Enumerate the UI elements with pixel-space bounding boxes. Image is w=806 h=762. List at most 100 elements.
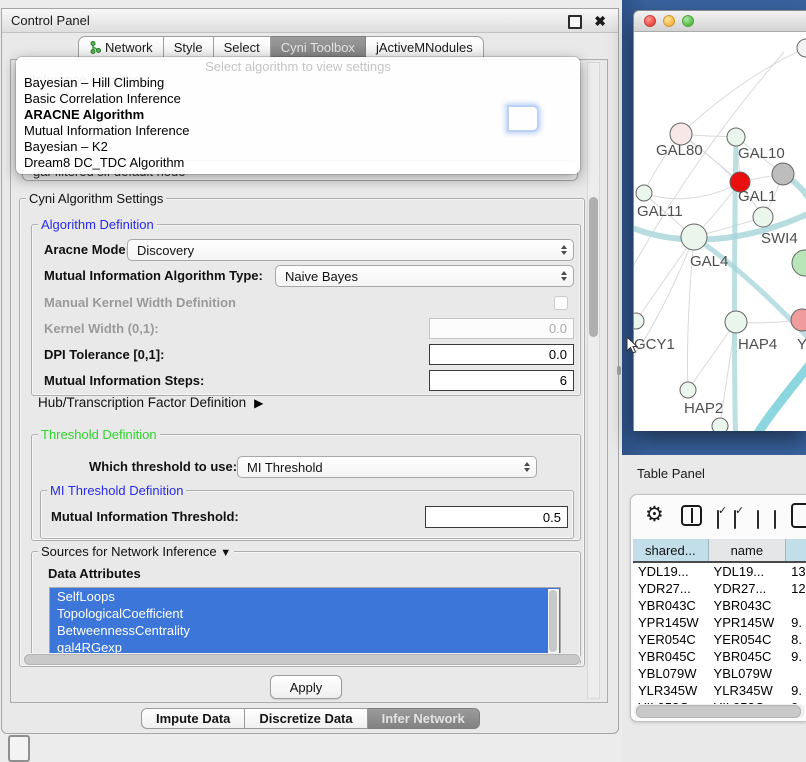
scrollbar-thumb[interactable] bbox=[24, 654, 580, 665]
node[interactable] bbox=[791, 309, 806, 331]
hub-transcription-section-toggle[interactable]: Hub/Transcription Factor Definition▶ bbox=[38, 395, 263, 410]
tab-cyni-toolbox[interactable]: Cyni Toolbox bbox=[271, 36, 366, 58]
attribute-item-selected[interactable]: SelfLoops bbox=[50, 588, 560, 605]
apply-button[interactable]: Apply bbox=[270, 675, 342, 699]
node-hap2[interactable] bbox=[680, 382, 696, 398]
cell: 9. bbox=[786, 648, 806, 665]
network-view-window: GAL80 GAL10 GAL1 SWI4 GAL11 GAL4 GCY1 HA… bbox=[633, 10, 806, 431]
tab-discretize-data[interactable]: Discretize Data bbox=[245, 708, 367, 729]
node-label: GAL1 bbox=[738, 188, 776, 205]
node[interactable] bbox=[712, 418, 728, 431]
tab-jactivemnodules[interactable]: jActiveMNodules bbox=[366, 36, 484, 58]
kernel-width-label: Kernel Width (0,1): bbox=[44, 321, 159, 336]
checked-box-icon[interactable]: ✓ bbox=[717, 510, 719, 529]
dropdown-item[interactable]: Dream8 DC_TDC Algorithm bbox=[16, 155, 580, 171]
dropdown-hint: Select algorithm to view settings bbox=[16, 59, 580, 75]
table-row[interactable]: YER054CYER054C8. bbox=[633, 631, 806, 648]
cell: YDL19... bbox=[633, 563, 709, 580]
data-attributes-list[interactable]: SelfLoops TopologicalCoefficient Between… bbox=[49, 587, 561, 657]
expanded-arrow-icon[interactable]: ▼ bbox=[220, 547, 231, 559]
tab-network[interactable]: Network bbox=[78, 36, 164, 58]
mi-algorithm-type-combobox[interactable]: Naive Bayes bbox=[275, 265, 574, 287]
node-label: Y bbox=[797, 336, 806, 353]
cell: YLR345W bbox=[709, 682, 787, 699]
network-canvas[interactable]: GAL80 GAL10 GAL1 SWI4 GAL11 GAL4 GCY1 HA… bbox=[634, 32, 806, 431]
tab-select[interactable]: Select bbox=[214, 36, 271, 58]
float-window-icon[interactable] bbox=[568, 15, 582, 29]
tab-impute-data[interactable]: Impute Data bbox=[141, 708, 245, 729]
cell bbox=[786, 665, 806, 682]
cell: 8. bbox=[786, 631, 806, 648]
attribute-item-selected[interactable]: TopologicalCoefficient bbox=[50, 605, 560, 622]
aracne-mode-combobox[interactable]: Discovery bbox=[127, 239, 574, 261]
dropdown-item-selected[interactable]: ARACNE Algorithm bbox=[16, 107, 580, 123]
stepper-arrows-icon bbox=[561, 271, 567, 281]
settings-vertical-scrollbar[interactable] bbox=[587, 62, 600, 699]
column-header-shared-name[interactable]: shared... bbox=[633, 539, 709, 561]
dropdown-item[interactable]: Mutual Information Inference bbox=[16, 123, 580, 139]
node-gal11[interactable] bbox=[636, 185, 652, 201]
scrollbar-thumb[interactable] bbox=[636, 705, 801, 718]
columns-icon[interactable] bbox=[681, 505, 702, 526]
manual-kernel-width-checkbox[interactable] bbox=[554, 296, 568, 310]
node-label: GAL80 bbox=[656, 142, 703, 159]
dpi-tolerance-label: DPI Tolerance [0,1]: bbox=[44, 347, 164, 362]
algorithm-dropdown-list: Select algorithm to view settings Bayesi… bbox=[16, 57, 580, 174]
node-gal10[interactable] bbox=[727, 128, 745, 146]
node[interactable] bbox=[792, 250, 806, 276]
tab-infer-network[interactable]: Infer Network bbox=[368, 708, 480, 729]
cell: YBR043C bbox=[633, 597, 709, 614]
scrollbar-thumb[interactable] bbox=[549, 590, 557, 652]
mi-steps-field[interactable]: 6 bbox=[429, 370, 574, 391]
settings-horizontal-scrollbar[interactable] bbox=[23, 653, 581, 664]
dropdown-item[interactable]: Bayesian – Hill Climbing bbox=[16, 75, 580, 91]
table-row[interactable]: YPR145WYPR145W9. bbox=[633, 614, 806, 631]
table-row[interactable]: YDL19...YDL19...13 bbox=[633, 563, 806, 580]
close-traffic-light-icon[interactable] bbox=[644, 15, 656, 27]
network-graph: GAL80 GAL10 GAL1 SWI4 GAL11 GAL4 GCY1 HA… bbox=[634, 32, 806, 431]
collapsed-arrow-icon[interactable]: ▶ bbox=[254, 396, 263, 410]
split-pane-divider-handle[interactable] bbox=[617, 366, 621, 375]
column-header-name[interactable]: name bbox=[709, 539, 787, 561]
cell: 9. bbox=[786, 614, 806, 631]
kernel-width-field[interactable]: 0.0 bbox=[429, 318, 574, 339]
node[interactable] bbox=[772, 163, 794, 185]
docked-panel-icon[interactable] bbox=[8, 735, 30, 762]
tab-impute-data-label: Impute Data bbox=[156, 711, 230, 726]
mi-threshold-field[interactable]: 0.5 bbox=[425, 506, 568, 528]
dpi-tolerance-field[interactable]: 0.0 bbox=[429, 344, 574, 365]
zoom-traffic-light-icon[interactable] bbox=[682, 15, 694, 27]
node-gal4[interactable] bbox=[681, 224, 707, 250]
scrollbar-thumb[interactable] bbox=[589, 197, 598, 337]
table-panel-area: ⚙ ✓ ✓ shared... name YDL19...YDL19...13 … bbox=[622, 492, 806, 762]
gear-icon[interactable]: ⚙ bbox=[645, 504, 664, 526]
table-row[interactable]: YDR27...YDR27...12 bbox=[633, 580, 806, 597]
unchecked-box-icon[interactable] bbox=[757, 510, 759, 529]
apply-button-label: Apply bbox=[290, 680, 323, 695]
dropdown-item[interactable]: Basic Correlation Inference bbox=[16, 91, 580, 107]
minimize-traffic-light-icon[interactable] bbox=[663, 15, 675, 27]
tab-cyni-toolbox-label: Cyni Toolbox bbox=[281, 40, 355, 55]
column-header-partial[interactable] bbox=[786, 539, 806, 561]
checked-box-icon[interactable]: ✓ bbox=[734, 510, 736, 529]
unchecked-box-icon[interactable] bbox=[774, 510, 776, 529]
node-label: SWI4 bbox=[761, 230, 798, 247]
node-gcy1[interactable] bbox=[634, 313, 644, 329]
attribute-item-selected[interactable]: BetweennessCentrality bbox=[50, 622, 560, 639]
tab-style[interactable]: Style bbox=[164, 36, 214, 58]
close-icon[interactable]: ✖ bbox=[594, 11, 606, 31]
table-row[interactable]: YBR043CYBR043C bbox=[633, 597, 806, 614]
cell: YBL079W bbox=[709, 665, 787, 682]
node-swi4[interactable] bbox=[753, 207, 773, 227]
dropdown-item[interactable]: Bayesian – K2 bbox=[16, 139, 580, 155]
node-hap4[interactable] bbox=[725, 311, 747, 333]
table-row[interactable]: YBR045CYBR045C9. bbox=[633, 648, 806, 665]
table-row[interactable]: YLR345WYLR345W9. bbox=[633, 682, 806, 699]
which-threshold-combobox[interactable]: MI Threshold bbox=[237, 456, 537, 478]
node[interactable] bbox=[797, 39, 806, 57]
table-toolbar: ⚙ ✓ ✓ bbox=[631, 501, 806, 531]
table-horizontal-scrollbar[interactable] bbox=[634, 704, 805, 718]
list-vertical-scrollbar[interactable] bbox=[548, 589, 559, 655]
document-icon[interactable] bbox=[791, 503, 806, 528]
table-row[interactable]: YBL079WYBL079W bbox=[633, 665, 806, 682]
